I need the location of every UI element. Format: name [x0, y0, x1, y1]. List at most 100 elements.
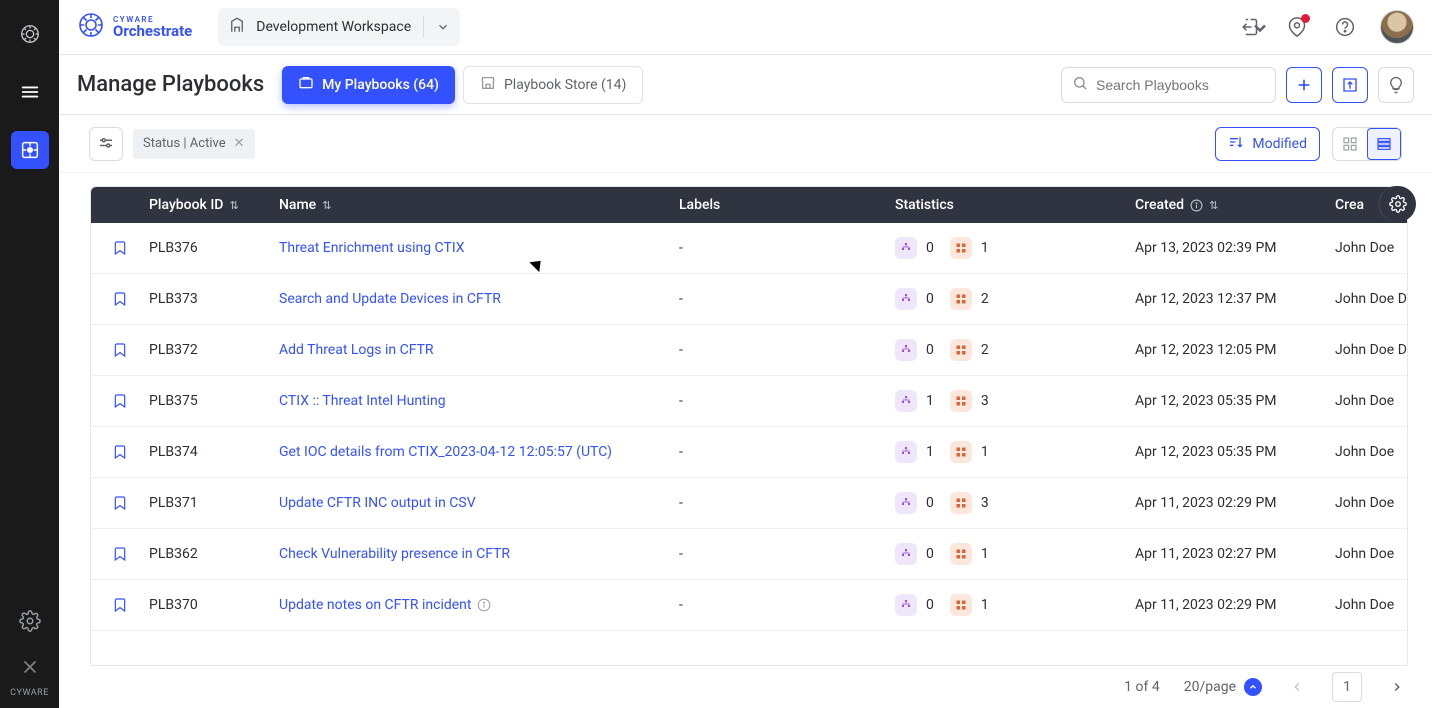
help-icon[interactable] — [1332, 14, 1358, 40]
view-grid-button[interactable] — [1333, 128, 1367, 160]
export-icon[interactable] — [1236, 14, 1262, 40]
bookmark-icon[interactable] — [91, 342, 149, 358]
column-playbook-id[interactable]: Playbook ID ⇅ — [149, 197, 279, 213]
table-row[interactable]: PLB376Threat Enrichment using CTIX-01Apr… — [91, 223, 1407, 274]
building-icon — [228, 16, 246, 38]
playbook-labels: - — [679, 240, 895, 256]
prev-page-button[interactable] — [1286, 676, 1308, 698]
stat-1-value: 1 — [926, 393, 934, 409]
playbook-name-link[interactable]: Add Threat Logs in CFTR — [279, 342, 434, 358]
stat-apps-icon — [950, 288, 972, 310]
sort-label: Modified — [1252, 136, 1307, 152]
column-name[interactable]: Name ⇅ — [279, 197, 679, 213]
filter-button[interactable] — [89, 127, 123, 161]
tab-store-label: Playbook Store (14) — [504, 77, 626, 93]
brand-logo[interactable]: CYWARE Orchestrate — [77, 11, 192, 43]
workspace-selector[interactable]: Development Workspace — [218, 8, 460, 46]
playbooks-table: Playbook ID ⇅ Name ⇅ Labels Statistics C… — [90, 186, 1408, 666]
playbook-created: Apr 11, 2023 02:29 PM — [1135, 597, 1335, 613]
column-statistics[interactable]: Statistics — [895, 197, 1135, 213]
playbook-name-link[interactable]: Search and Update Devices in CFTR — [279, 291, 501, 307]
rail-cyware-logo-icon[interactable] — [11, 648, 49, 686]
playbook-name-link[interactable]: Threat Enrichment using CTIX — [279, 240, 465, 256]
stat-2-value: 2 — [981, 342, 989, 358]
search-playbooks-input[interactable] — [1061, 67, 1276, 103]
rail-playbooks-icon[interactable] — [11, 131, 49, 169]
rail-settings-icon[interactable] — [11, 602, 49, 640]
per-page-selector[interactable]: 20/page — [1184, 678, 1262, 696]
bookmark-icon[interactable] — [91, 393, 149, 409]
stat-1-value: 0 — [926, 342, 934, 358]
search-field[interactable] — [1096, 77, 1265, 93]
stat-apps-icon — [950, 594, 972, 616]
playbook-created: Apr 12, 2023 12:37 PM — [1135, 291, 1335, 307]
playbook-created: Apr 12, 2023 12:05 PM — [1135, 342, 1335, 358]
column-labels[interactable]: Labels — [679, 197, 895, 213]
playbook-creator: John Doe — [1335, 240, 1407, 256]
table-row[interactable]: PLB372Add Threat Logs in CFTR-02Apr 12, … — [91, 325, 1407, 376]
table-row[interactable]: PLB370Update notes on CFTR incident -01A… — [91, 580, 1407, 631]
stat-hierarchy-icon — [895, 390, 917, 412]
bookmark-icon[interactable] — [91, 495, 149, 511]
table-row[interactable]: PLB362Check Vulnerability presence in CF… — [91, 529, 1407, 580]
playbook-created: Apr 13, 2023 02:39 PM — [1135, 240, 1335, 256]
stat-2-value: 3 — [981, 393, 989, 409]
playbook-name-link[interactable]: Update CFTR INC output in CSV — [279, 495, 476, 511]
playbook-created: Apr 12, 2023 05:35 PM — [1135, 393, 1335, 409]
chip-remove-icon[interactable]: ✕ — [234, 136, 245, 151]
bookmark-icon[interactable] — [91, 444, 149, 460]
current-page-number[interactable]: 1 — [1332, 672, 1362, 702]
playbook-created: Apr 11, 2023 02:27 PM — [1135, 546, 1335, 562]
playbook-name-link[interactable]: Check Vulnerability presence in CFTR — [279, 546, 510, 562]
user-avatar[interactable] — [1380, 10, 1414, 44]
view-list-button[interactable] — [1367, 128, 1401, 160]
stat-2-value: 1 — [981, 240, 989, 256]
table-row[interactable]: PLB374Get IOC details from CTIX_2023-04-… — [91, 427, 1407, 478]
column-created[interactable]: Created ⇅ — [1135, 197, 1335, 213]
playbook-labels: - — [679, 495, 895, 511]
table-row[interactable]: PLB375CTIX :: Threat Intel Hunting-13Apr… — [91, 376, 1407, 427]
sort-arrows-icon: ⇅ — [322, 200, 331, 211]
tab-playbook-store[interactable]: Playbook Store (14) — [463, 66, 643, 104]
stat-apps-icon — [950, 237, 972, 259]
playbook-labels: - — [679, 291, 895, 307]
playbook-name-link[interactable]: CTIX :: Threat Intel Hunting — [279, 393, 446, 409]
filter-chip-status[interactable]: Status | Active ✕ — [133, 129, 255, 159]
insights-button[interactable] — [1378, 67, 1414, 103]
playbook-id: PLB375 — [149, 393, 279, 409]
playbook-creator: John Doe — [1335, 597, 1407, 613]
stat-apps-icon — [950, 543, 972, 565]
next-page-button[interactable] — [1386, 676, 1408, 698]
page-title: Manage Playbooks — [77, 72, 264, 97]
tab-my-label: My Playbooks (64) — [322, 77, 439, 93]
rail-hamburger-icon[interactable] — [11, 73, 49, 111]
workspace-label: Development Workspace — [256, 19, 411, 35]
bookmark-icon[interactable] — [91, 291, 149, 307]
stat-apps-icon — [950, 339, 972, 361]
stat-2-value: 3 — [981, 495, 989, 511]
table-settings-button[interactable] — [1380, 186, 1416, 222]
sort-button[interactable]: Modified — [1215, 127, 1320, 161]
stat-1-value: 0 — [926, 495, 934, 511]
bookmark-icon[interactable] — [91, 240, 149, 256]
tab-my-playbooks[interactable]: My Playbooks (64) — [282, 66, 455, 104]
bookmark-icon[interactable] — [91, 597, 149, 613]
location-icon[interactable] — [1284, 14, 1310, 40]
table-row[interactable]: PLB373Search and Update Devices in CFTR -… — [91, 274, 1407, 325]
playbook-name-link[interactable]: Get IOC details from CTIX_2023-04-12 12:… — [279, 444, 612, 460]
add-playbook-button[interactable] — [1286, 67, 1322, 103]
playbook-name-link[interactable]: Update notes on CFTR incident — [279, 597, 491, 613]
playbook-id: PLB373 — [149, 291, 279, 307]
playbook-icon — [298, 75, 314, 95]
playbook-creator: John Doe D — [1335, 291, 1407, 307]
stat-apps-icon — [950, 441, 972, 463]
stat-2-value: 1 — [981, 444, 989, 460]
orchestrate-logo-icon — [77, 11, 105, 43]
bookmark-icon[interactable] — [91, 546, 149, 562]
playbook-id: PLB362 — [149, 546, 279, 562]
rail-app-logo-icon[interactable] — [11, 15, 49, 53]
table-row[interactable]: PLB371Update CFTR INC output in CSV-03Ap… — [91, 478, 1407, 529]
stat-1-value: 0 — [926, 240, 934, 256]
stat-hierarchy-icon — [895, 594, 917, 616]
import-button[interactable] — [1332, 67, 1368, 103]
